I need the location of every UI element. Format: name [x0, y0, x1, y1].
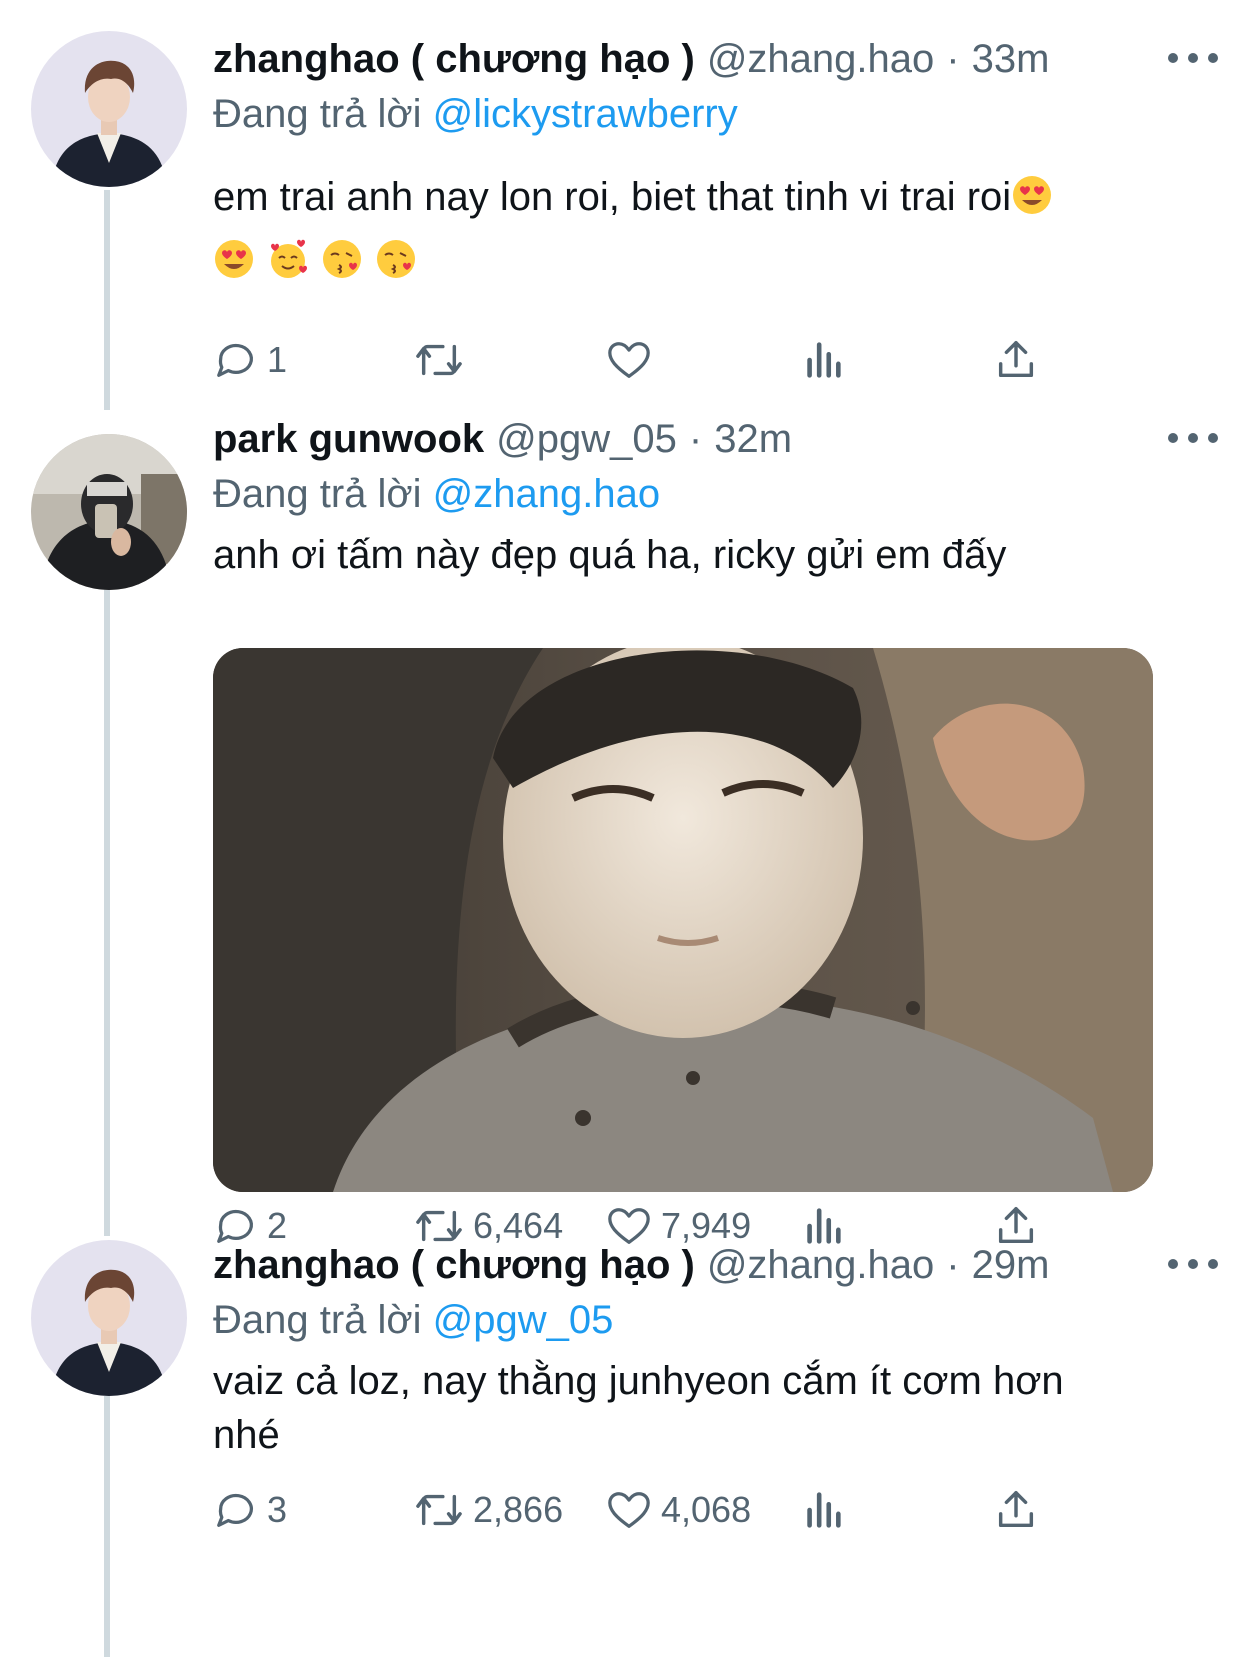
- timestamp[interactable]: 29m: [972, 1243, 1050, 1288]
- separator-dot: ·: [946, 36, 960, 81]
- reply-context: Đang trả lời @zhang.hao: [213, 468, 1242, 520]
- reply-icon: [217, 1493, 253, 1527]
- heart-icon: [608, 1492, 650, 1528]
- tweet[interactable]: park gunwook @pgw_05 · 32m Đang trả lời …: [0, 410, 1242, 1246]
- user-handle[interactable]: @zhang.hao: [707, 1243, 934, 1288]
- kissing-heart-emoji-icon: [321, 238, 363, 285]
- share-button[interactable]: [993, 330, 1039, 390]
- reply-prefix: Đang trả lời: [213, 1298, 422, 1342]
- timestamp[interactable]: 32m: [714, 417, 792, 462]
- retweet-button[interactable]: [413, 330, 473, 390]
- timestamp[interactable]: 33m: [972, 37, 1050, 82]
- tweet[interactable]: zhanghao ( chương hạo ) @zhang.hao · 29m…: [0, 1236, 1242, 1657]
- tweet-text-body: em trai anh nay lon roi, biet that tinh …: [213, 175, 1012, 219]
- tweet[interactable]: zhanghao ( chương hạo ) @zhang.hao · 33m…: [0, 0, 1242, 410]
- display-name[interactable]: zhanghao ( chương hạo ): [213, 1243, 695, 1288]
- tweet-text: anh ơi tấm này đẹp quá ha, ricky gửi em …: [213, 533, 1007, 577]
- action-bar: 1: [213, 330, 1113, 390]
- user-handle[interactable]: @zhang.hao: [707, 37, 934, 82]
- reply-icon: [217, 343, 253, 377]
- share-icon: [998, 341, 1034, 378]
- reply-prefix: Đang trả lời: [213, 92, 422, 136]
- like-count: 4,068: [661, 1489, 752, 1530]
- more-icon[interactable]: [1168, 1244, 1218, 1284]
- user-handle[interactable]: @pgw_05: [496, 417, 677, 462]
- retweet-icon: [416, 344, 462, 376]
- avatar[interactable]: [31, 31, 187, 187]
- kissing-heart-emoji-icon: [375, 238, 417, 285]
- views-button[interactable]: [803, 330, 843, 390]
- heart-icon: [608, 342, 650, 378]
- heart-eyes-emoji-icon: [213, 238, 255, 285]
- reply-mention[interactable]: @pgw_05: [433, 1298, 614, 1342]
- reply-mention[interactable]: @zhang.hao: [433, 472, 660, 516]
- separator-dot: ·: [688, 416, 703, 461]
- heart-eyes-emoji-icon: [1011, 174, 1053, 230]
- reply-count: 1: [267, 339, 288, 380]
- more-icon[interactable]: [1168, 418, 1218, 458]
- retweet-icon: [416, 1494, 462, 1526]
- more-icon[interactable]: [1168, 38, 1218, 78]
- emoji-row: [213, 238, 1242, 285]
- avatar[interactable]: [31, 434, 187, 590]
- display-name[interactable]: zhanghao ( chương hạo ): [213, 37, 695, 82]
- views-icon: [807, 342, 841, 378]
- avatar[interactable]: [31, 1240, 187, 1396]
- action-bar: 3 2,866 4,068: [213, 1480, 1113, 1540]
- reply-button[interactable]: 1: [213, 330, 287, 390]
- reply-button[interactable]: 3: [213, 1480, 287, 1540]
- smiling-hearts-emoji-icon: [267, 238, 309, 285]
- retweet-count: 2,866: [473, 1489, 564, 1530]
- like-button[interactable]: [605, 330, 661, 390]
- views-icon: [807, 1492, 841, 1528]
- reply-context: Đang trả lời @pgw_05: [213, 1294, 1242, 1346]
- tweet-text: vaiz cả loz, nay thằng junhyeon cắm ít c…: [213, 1359, 1064, 1457]
- retweet-button[interactable]: 2,866: [413, 1480, 563, 1540]
- tweet-media-photo[interactable]: [213, 648, 1153, 1192]
- separator-dot: ·: [946, 1242, 960, 1287]
- like-button[interactable]: 4,068: [605, 1480, 751, 1540]
- reply-context: Đang trả lời @lickystrawberry: [213, 88, 1242, 140]
- views-button[interactable]: [803, 1480, 843, 1540]
- share-button[interactable]: [993, 1480, 1039, 1540]
- reply-mention[interactable]: @lickystrawberry: [433, 92, 738, 136]
- reply-count: 3: [267, 1489, 288, 1530]
- display-name[interactable]: park gunwook: [213, 417, 484, 462]
- share-icon: [998, 1491, 1034, 1528]
- reply-prefix: Đang trả lời: [213, 472, 422, 516]
- tweet-text: em trai anh nay lon roi, biet that tinh …: [213, 170, 1242, 230]
